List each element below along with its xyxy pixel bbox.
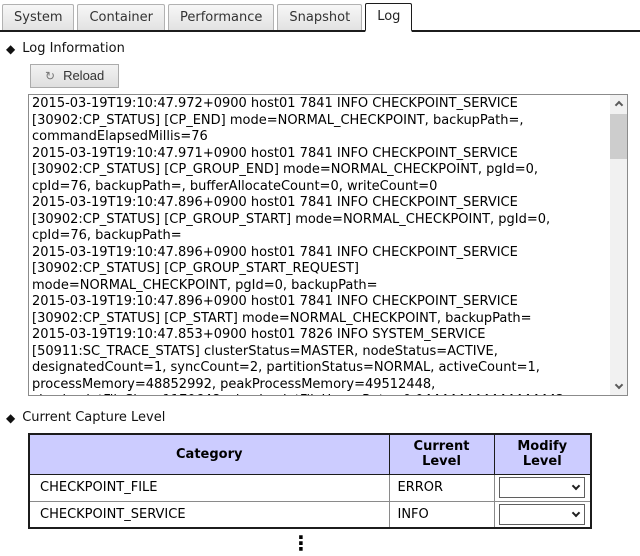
table-row: CHECKPOINT_FILEERROR xyxy=(29,474,591,501)
diamond-icon: ◆ xyxy=(6,412,15,424)
current-level-cell: ERROR xyxy=(389,474,494,501)
category-cell: CHECKPOINT_FILE xyxy=(29,474,389,501)
tab-container[interactable]: Container xyxy=(77,4,165,30)
column-header-current-level: Current Level xyxy=(389,434,494,474)
log-scrollbar[interactable] xyxy=(610,95,627,395)
reload-button[interactable]: ↻ Reload xyxy=(30,64,119,88)
select-dropdown-icon xyxy=(572,509,580,517)
capture-section-title: Current Capture Level xyxy=(22,410,165,425)
category-cell: CHECKPOINT_SERVICE xyxy=(29,501,389,528)
tab-performance[interactable]: Performance xyxy=(168,4,274,30)
tab-snapshot[interactable]: Snapshot xyxy=(277,4,362,30)
capture-section-heading: ◆ Current Capture Level xyxy=(6,410,640,425)
reload-icon: ↻ xyxy=(45,70,55,82)
modify-level-select[interactable] xyxy=(499,477,585,498)
log-section-title: Log Information xyxy=(22,41,125,56)
diamond-icon: ◆ xyxy=(6,43,15,55)
table-row: CHECKPOINT_SERVICEINFO xyxy=(29,501,591,528)
table-header-row: Category Current Level Modify Level xyxy=(29,434,591,474)
modify-level-select[interactable] xyxy=(499,504,585,525)
capture-table-body: CHECKPOINT_FILEERRORCHECKPOINT_SERVICEIN… xyxy=(29,474,591,528)
column-header-modify-level: Modify Level xyxy=(494,434,591,474)
scrollbar-thumb[interactable] xyxy=(610,114,627,159)
log-section-heading: ◆ Log Information xyxy=(6,41,640,56)
reload-button-label: Reload xyxy=(63,68,104,83)
scrollbar-up-button[interactable] xyxy=(610,95,627,112)
log-text: 2015-03-19T19:10:47.972+0900 host01 7841… xyxy=(32,96,608,396)
modify-level-cell xyxy=(494,474,591,501)
log-textarea[interactable]: 2015-03-19T19:10:47.972+0900 host01 7841… xyxy=(28,94,628,396)
modify-level-cell xyxy=(494,501,591,528)
capture-level-table: Category Current Level Modify Level CHEC… xyxy=(28,433,592,529)
tab-system[interactable]: System xyxy=(2,4,74,30)
chevron-up-icon xyxy=(614,101,622,109)
select-dropdown-icon xyxy=(572,482,580,490)
chevron-down-icon xyxy=(614,381,622,389)
column-header-category: Category xyxy=(29,434,389,474)
current-level-cell: INFO xyxy=(389,501,494,528)
tab-log[interactable]: Log xyxy=(365,3,412,32)
more-rows-ellipsis: ⋮ xyxy=(291,534,640,552)
tab-bar: SystemContainerPerformanceSnapshotLog xyxy=(0,0,640,32)
scrollbar-down-button[interactable] xyxy=(610,378,627,395)
